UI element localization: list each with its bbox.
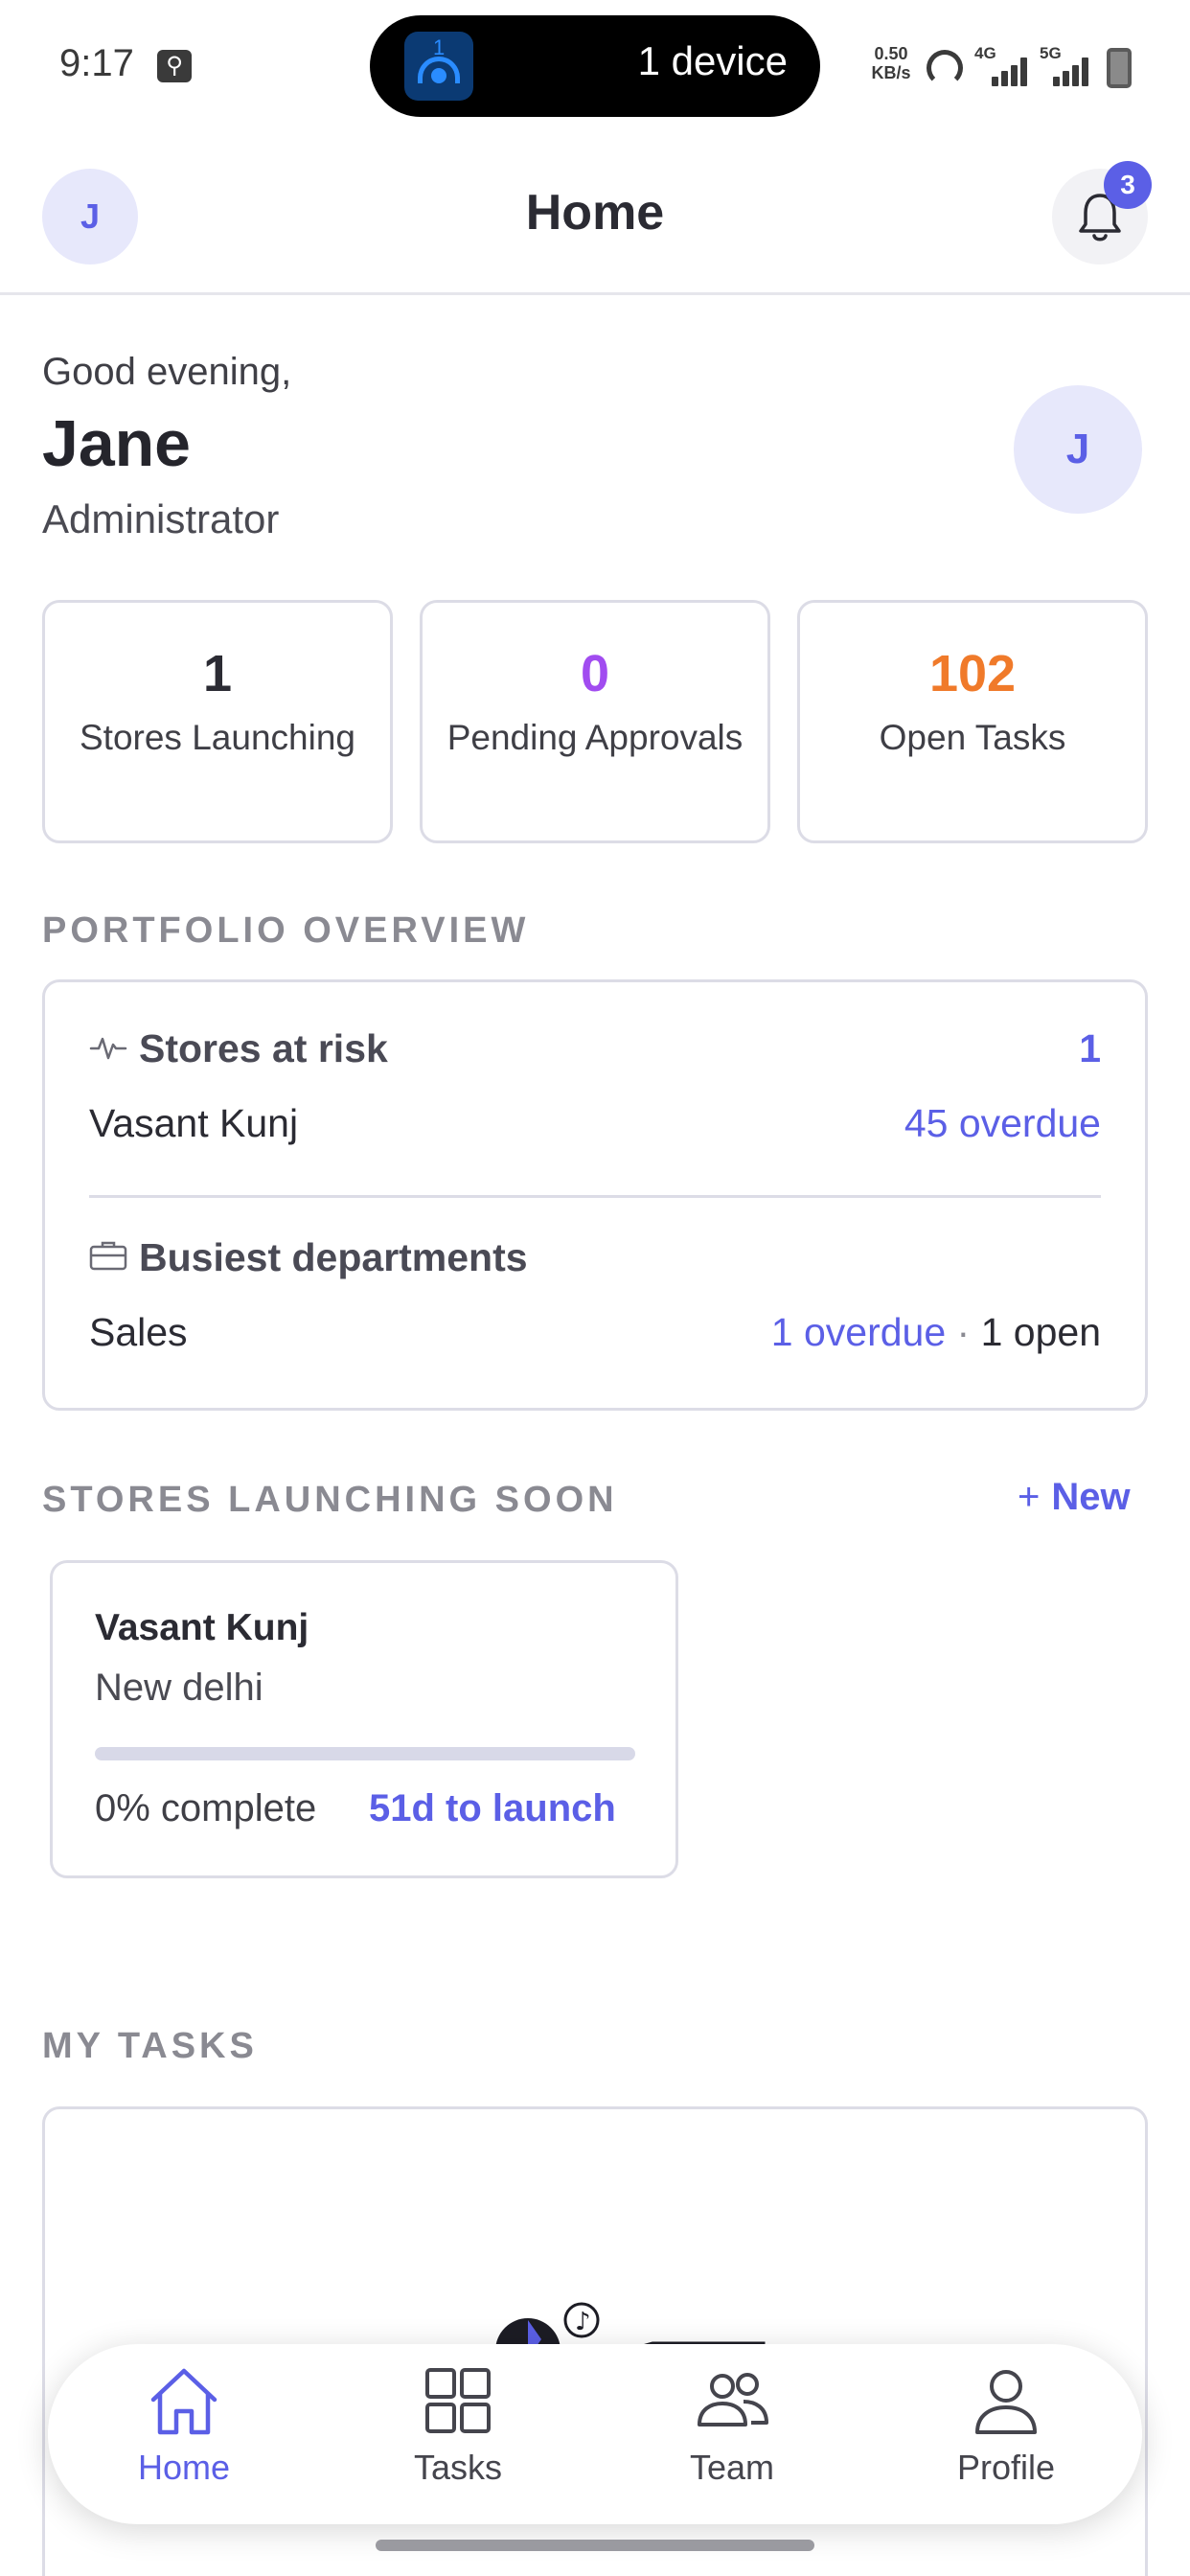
portfolio-card: Stores at risk 1 Vasant Kunj 45 overdue … bbox=[42, 979, 1148, 1411]
department-separator: · bbox=[946, 1310, 981, 1354]
signal-4g-label: 4G bbox=[974, 44, 996, 62]
department-name[interactable]: Sales bbox=[89, 1310, 188, 1355]
greeting-text: Good evening, bbox=[42, 351, 292, 393]
stores-at-risk-heading: Stores at risk bbox=[89, 1026, 388, 1071]
briefcase-icon bbox=[89, 1235, 127, 1280]
home-screen: 9:17 ⚲ 1 1 device 0.50 KB/s 4G 5G J Home… bbox=[0, 0, 1190, 2576]
status-bar: 9:17 ⚲ 1 1 device 0.50 KB/s 4G 5G bbox=[0, 0, 1190, 134]
nav-home[interactable]: Home bbox=[88, 2365, 280, 2488]
store-city: New delhi bbox=[95, 1667, 263, 1709]
app-header: J Home 3 bbox=[0, 134, 1190, 295]
profile-avatar[interactable]: J bbox=[1014, 385, 1142, 514]
user-name: Jane bbox=[42, 407, 191, 480]
divider bbox=[89, 1195, 1101, 1198]
nav-home-label: Home bbox=[137, 2448, 231, 2487]
signal-4g-icon: 4G bbox=[974, 44, 1032, 86]
nav-tasks[interactable]: Tasks bbox=[362, 2365, 554, 2488]
department-open: 1 open bbox=[980, 1310, 1101, 1354]
new-store-button[interactable]: + New bbox=[1018, 1476, 1131, 1519]
section-title-portfolio: PORTFOLIO OVERVIEW bbox=[42, 910, 530, 951]
status-time: 9:17 bbox=[59, 42, 134, 84]
store-progress-bar bbox=[95, 1747, 635, 1760]
stores-at-risk-count: 1 bbox=[1079, 1026, 1101, 1070]
nav-profile-label: Profile bbox=[956, 2448, 1056, 2487]
stat-label: Pending Approvals bbox=[446, 718, 744, 757]
island-text: 1 device bbox=[637, 38, 788, 83]
page-title: Home bbox=[525, 185, 665, 241]
signal-5g-icon: 5G bbox=[1040, 44, 1097, 86]
dynamic-island[interactable]: 1 1 device bbox=[370, 15, 820, 117]
stat-value: 1 bbox=[202, 645, 233, 702]
stat-label: Stores Launching bbox=[80, 718, 355, 757]
store-name: Vasant Kunj bbox=[95, 1607, 309, 1648]
usb-icon: ⚲ bbox=[157, 50, 192, 82]
new-store-label: New bbox=[1051, 1476, 1131, 1518]
busiest-departments-heading: Busiest departments bbox=[89, 1235, 528, 1280]
network-speed: 0.50 KB/s bbox=[867, 44, 915, 82]
at-risk-overdue[interactable]: 45 overdue bbox=[904, 1101, 1101, 1146]
plus-icon: + bbox=[1018, 1476, 1041, 1518]
signal-5g-label: 5G bbox=[1040, 44, 1062, 62]
store-card[interactable]: Vasant Kunj New delhi 0% complete 51d to… bbox=[50, 1560, 678, 1878]
department-overdue: 1 overdue bbox=[770, 1310, 947, 1354]
team-icon bbox=[698, 2373, 768, 2426]
stat-value: 102 bbox=[928, 645, 1017, 702]
stores-at-risk-label: Stores at risk bbox=[139, 1026, 388, 1070]
notification-badge: 3 bbox=[1104, 161, 1152, 209]
nav-profile[interactable]: Profile bbox=[910, 2365, 1102, 2488]
status-indicators: 0.50 KB/s 4G 5G bbox=[867, 42, 1155, 90]
store-progress-text: 0% complete bbox=[95, 1787, 317, 1829]
stat-card-stores-launching[interactable]: 1 Stores Launching bbox=[42, 600, 393, 843]
section-title-my-tasks: MY TASKS bbox=[42, 2026, 258, 2066]
user-role: Administrator bbox=[42, 496, 280, 541]
network-speed-unit: KB/s bbox=[871, 63, 911, 82]
stat-card-open-tasks[interactable]: 102 Open Tasks bbox=[797, 600, 1148, 843]
grid-icon bbox=[425, 2368, 491, 2433]
hotspot-icon bbox=[927, 50, 963, 86]
at-risk-store-name[interactable]: Vasant Kunj bbox=[89, 1101, 298, 1146]
person-icon bbox=[975, 2370, 1037, 2434]
busiest-departments-label: Busiest departments bbox=[139, 1235, 528, 1279]
nav-team[interactable]: Team bbox=[636, 2365, 828, 2488]
activity-icon bbox=[89, 1026, 127, 1071]
battery-icon bbox=[1107, 48, 1132, 88]
nav-tasks-label: Tasks bbox=[413, 2448, 503, 2487]
broadcast-app-icon: 1 bbox=[404, 32, 473, 101]
store-launch-countdown: 51d to launch bbox=[369, 1787, 616, 1829]
nav-team-label: Team bbox=[689, 2448, 775, 2487]
stat-card-pending-approvals[interactable]: 0 Pending Approvals bbox=[420, 600, 770, 843]
section-title-launching: STORES LAUNCHING SOON bbox=[42, 1480, 618, 1520]
stat-label: Open Tasks bbox=[879, 718, 1066, 757]
network-speed-value: 0.50 bbox=[874, 44, 908, 63]
department-stats[interactable]: 1 overdue · 1 open bbox=[771, 1310, 1101, 1355]
home-icon bbox=[150, 2368, 217, 2435]
stat-value: 0 bbox=[580, 645, 610, 702]
svg-text:♪: ♪ bbox=[575, 2308, 591, 2336]
bottom-nav: Home Tasks Team Profile bbox=[48, 2344, 1142, 2524]
home-indicator[interactable] bbox=[376, 2540, 814, 2551]
